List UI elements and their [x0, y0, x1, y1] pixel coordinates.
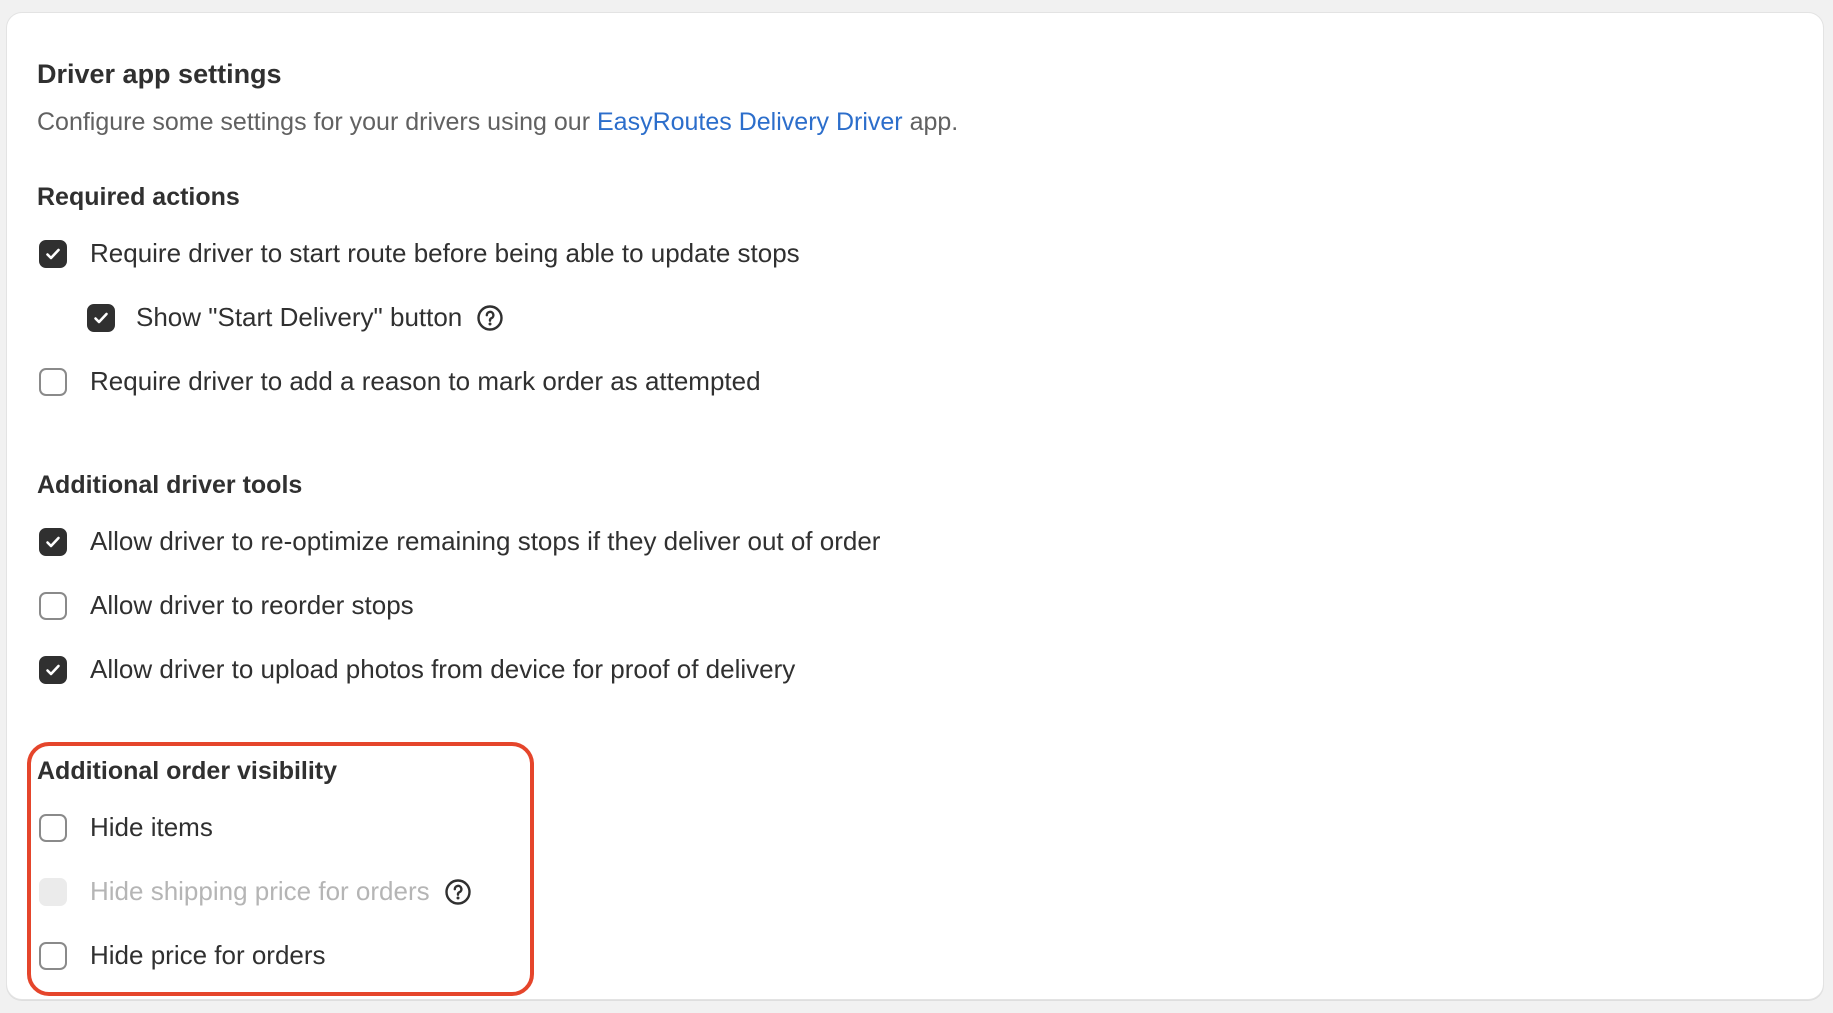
- require-attempt-reason-checkbox[interactable]: [39, 367, 67, 396]
- show-start-delivery-label: Show "Start Delivery" button: [136, 302, 463, 332]
- question-circle-icon[interactable]: [476, 304, 504, 332]
- hide-shipping-price-option: Hide shipping price for orders: [39, 876, 472, 907]
- checkmark-icon: [46, 536, 60, 547]
- upload-photos-option[interactable]: Allow driver to upload photos from devic…: [39, 654, 795, 685]
- hide-price-checkbox[interactable]: [39, 941, 67, 970]
- hide-items-checkbox[interactable]: [39, 813, 67, 842]
- hide-price-label: Hide price for orders: [90, 940, 326, 970]
- upload-photos-checkbox[interactable]: [39, 655, 67, 684]
- question-circle-icon[interactable]: [444, 878, 472, 906]
- show-start-delivery-option[interactable]: Show "Start Delivery" button: [87, 302, 504, 333]
- description-suffix: app.: [902, 108, 959, 136]
- driver-app-settings-card: Driver app settings Configure some setti…: [6, 12, 1824, 1000]
- hide-items-option[interactable]: Hide items: [39, 812, 213, 843]
- require-start-route-option[interactable]: Require driver to start route before bei…: [39, 238, 800, 269]
- reoptimize-stops-checkbox[interactable]: [39, 527, 67, 556]
- card-description: Configure some settings for your drivers…: [37, 108, 958, 137]
- easyroutes-driver-app-link[interactable]: EasyRoutes Delivery Driver: [597, 108, 903, 136]
- checkmark-icon: [46, 664, 60, 675]
- require-attempt-reason-option[interactable]: Require driver to add a reason to mark o…: [39, 366, 761, 397]
- require-start-route-label: Require driver to start route before bei…: [90, 238, 800, 268]
- hide-price-option[interactable]: Hide price for orders: [39, 940, 326, 971]
- hide-items-label: Hide items: [90, 812, 213, 842]
- reorder-stops-checkbox[interactable]: [39, 591, 67, 620]
- hide-shipping-price-checkbox: [39, 877, 67, 906]
- reorder-stops-label: Allow driver to reorder stops: [90, 590, 414, 620]
- reoptimize-stops-label: Allow driver to re-optimize remaining st…: [90, 526, 881, 556]
- show-start-delivery-checkbox[interactable]: [87, 303, 115, 332]
- card-title: Driver app settings: [37, 59, 282, 89]
- checkmark-icon: [94, 312, 108, 323]
- additional-order-visibility-title: Additional order visibility: [37, 757, 338, 785]
- checkmark-icon: [46, 248, 60, 259]
- required-actions-title: Required actions: [37, 183, 240, 211]
- hide-shipping-price-label: Hide shipping price for orders: [90, 876, 430, 906]
- reorder-stops-option[interactable]: Allow driver to reorder stops: [39, 590, 414, 621]
- description-prefix: Configure some settings for your drivers…: [37, 108, 597, 136]
- additional-driver-tools-title: Additional driver tools: [37, 471, 303, 499]
- upload-photos-label: Allow driver to upload photos from devic…: [90, 654, 796, 684]
- reoptimize-stops-option[interactable]: Allow driver to re-optimize remaining st…: [39, 526, 880, 557]
- require-start-route-checkbox[interactable]: [39, 239, 67, 268]
- require-attempt-reason-label: Require driver to add a reason to mark o…: [90, 366, 761, 396]
